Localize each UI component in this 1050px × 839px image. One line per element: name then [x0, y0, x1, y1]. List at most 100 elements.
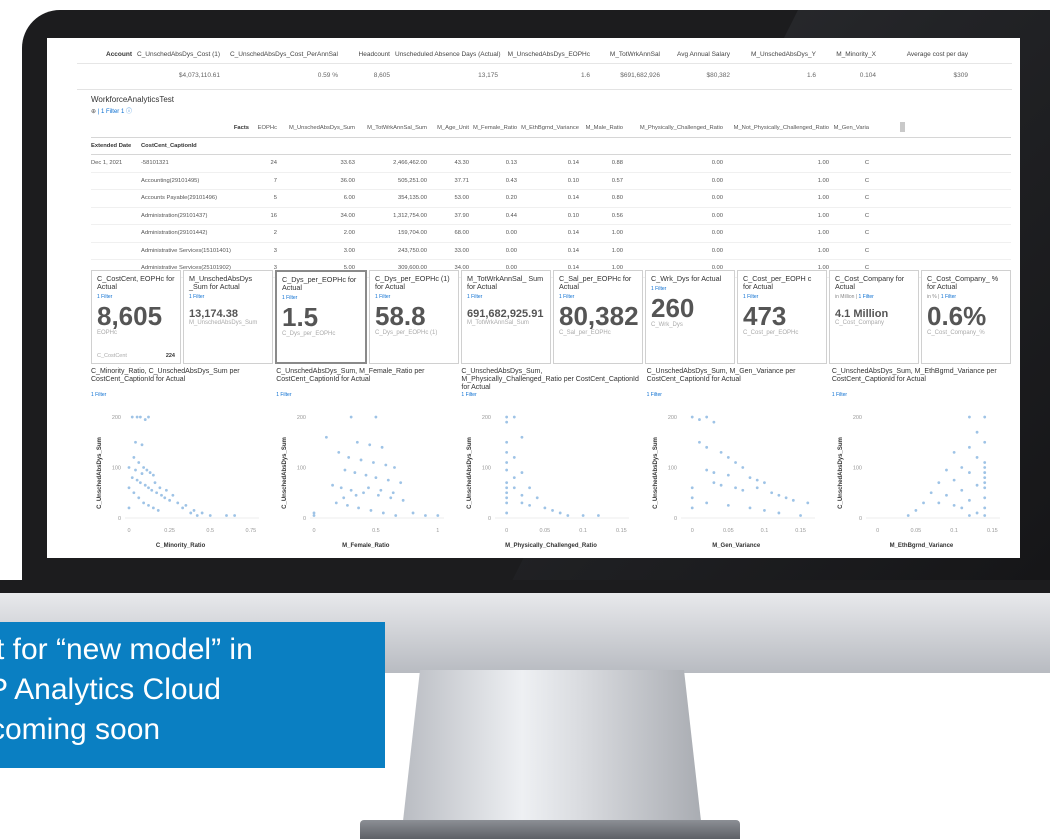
data-point[interactable]	[983, 461, 986, 464]
table-row[interactable]: Administration(29101442) 2 2.00 159,704.00 6…	[91, 225, 1011, 243]
column-header[interactable]: M_Physically_Challenged_Ratio	[627, 125, 727, 131]
data-point[interactable]	[394, 514, 398, 517]
data-point[interactable]	[944, 493, 948, 497]
tile-filter-link[interactable]: 1 Filter	[651, 286, 666, 292]
data-point[interactable]	[967, 514, 971, 517]
data-point[interactable]	[505, 415, 509, 419]
scatter-plot[interactable]: 0 100 200 0 0.05 0.1 0.15 C_UnschedAbsDys_Sum	[461, 406, 637, 540]
data-point[interactable]	[393, 466, 397, 469]
table-row[interactable]: Accounts Payable(29101496) 5 6.00 354,135.0…	[91, 190, 1011, 208]
data-point[interactable]	[513, 486, 517, 490]
data-point[interactable]	[132, 491, 136, 495]
data-point[interactable]	[937, 501, 941, 505]
data-point[interactable]	[312, 511, 316, 515]
data-point[interactable]	[142, 501, 146, 505]
scatter-chart[interactable]: C_UnschedAbsDys_Sum, M_Gen_Variance per …	[647, 368, 826, 554]
data-point[interactable]	[983, 481, 986, 485]
data-point[interactable]	[342, 496, 346, 500]
data-point[interactable]	[158, 486, 162, 490]
data-point[interactable]	[145, 468, 149, 472]
table-row[interactable]: Accounting(29101495) 7 36.00 505,251.00 37.7…	[91, 173, 1011, 190]
scatter-chart[interactable]: C_Minority_Ratio, C_UnschedAbsDys_Sum pe…	[91, 368, 270, 554]
data-point[interactable]	[368, 443, 372, 447]
tile-filter-link[interactable]: 1 Filter	[467, 294, 482, 300]
dimension-header-costcenter[interactable]: CostCent_CaptionId	[141, 143, 253, 149]
table-row[interactable]: Administration(29101437) 16 34.00 1,312,754…	[91, 208, 1011, 225]
data-point[interactable]	[505, 491, 509, 495]
filter-icon[interactable]: ⊕	[91, 109, 96, 115]
data-point[interactable]	[528, 503, 532, 507]
data-point[interactable]	[138, 415, 142, 419]
column-header[interactable]: M_Not_Physically_Challenged_Ratio	[727, 125, 833, 131]
data-point[interactable]	[387, 478, 390, 482]
data-point[interactable]	[712, 481, 715, 485]
data-point[interactable]	[374, 415, 378, 419]
data-point[interactable]	[983, 496, 986, 500]
data-point[interactable]	[505, 511, 509, 515]
tile-filter-link[interactable]: 1 Filter	[97, 294, 112, 300]
data-point[interactable]	[411, 511, 415, 515]
data-point[interactable]	[150, 488, 154, 492]
data-point[interactable]	[748, 506, 752, 510]
data-point[interactable]	[505, 501, 509, 505]
data-point[interactable]	[906, 514, 910, 517]
kpi-tile[interactable]: C_Dys_per_EOPHc (1) for Actual 1 Filter 58…	[369, 270, 459, 364]
data-point[interactable]	[798, 514, 802, 517]
data-point[interactable]	[762, 481, 766, 485]
data-point[interactable]	[983, 440, 986, 444]
data-point[interactable]	[983, 471, 986, 474]
data-point[interactable]	[382, 511, 385, 515]
data-point[interactable]	[983, 415, 986, 419]
data-point[interactable]	[155, 491, 159, 495]
data-point[interactable]	[153, 481, 157, 485]
data-point[interactable]	[356, 440, 359, 444]
data-point[interactable]	[164, 488, 168, 492]
data-point[interactable]	[349, 488, 353, 492]
data-point[interactable]	[975, 483, 979, 487]
data-point[interactable]	[690, 506, 694, 510]
data-point[interactable]	[163, 496, 167, 500]
data-point[interactable]	[528, 486, 532, 490]
column-header[interactable]: M_UnschedAbsDys_Sum	[281, 125, 359, 131]
data-point[interactable]	[135, 415, 139, 419]
data-point[interactable]	[960, 506, 963, 510]
data-point[interactable]	[374, 476, 378, 480]
data-point[interactable]	[380, 445, 384, 449]
data-point[interactable]	[921, 501, 925, 505]
chart-filter[interactable]: 1 Filter	[91, 392, 270, 398]
data-point[interactable]	[704, 501, 708, 505]
data-point[interactable]	[140, 472, 144, 475]
data-point[interactable]	[130, 476, 134, 480]
data-point[interactable]	[142, 466, 146, 469]
data-point[interactable]	[784, 496, 788, 500]
filter-link[interactable]: 1 Filter	[101, 109, 119, 115]
data-point[interactable]	[200, 511, 204, 515]
column-header[interactable]: M_TotWrkAnnSal_Sum	[359, 125, 431, 131]
data-point[interactable]	[377, 493, 380, 497]
data-point[interactable]	[168, 498, 172, 502]
tile-filter[interactable]: 1 Filter	[743, 294, 821, 300]
kpi-tile[interactable]: C_Dys_per_EOPHc for Actual 1 Filter 1.5 C_D…	[275, 270, 367, 364]
data-point[interactable]	[312, 514, 316, 517]
data-point[interactable]	[697, 418, 701, 421]
data-point[interactable]	[505, 461, 509, 464]
data-point[interactable]	[914, 509, 918, 512]
data-point[interactable]	[719, 483, 723, 487]
data-point[interactable]	[505, 481, 509, 485]
data-point[interactable]	[367, 486, 371, 490]
tile-filter[interactable]: 1 Filter	[467, 294, 545, 300]
data-point[interactable]	[184, 503, 188, 507]
data-point[interactable]	[151, 506, 155, 510]
data-point[interactable]	[130, 415, 134, 419]
data-point[interactable]	[777, 493, 780, 497]
tile-filter[interactable]: in % | 1 Filter	[927, 294, 1005, 300]
data-point[interactable]	[769, 491, 773, 495]
data-point[interactable]	[505, 440, 509, 444]
data-point[interactable]	[364, 473, 368, 477]
kpi-tile[interactable]: C_Wrk_Dys for Actual 1 Filter 260 C_Wrk_Dys	[645, 270, 735, 364]
tile-filter-link[interactable]: 1 Filter	[375, 294, 390, 300]
data-point[interactable]	[520, 501, 524, 505]
data-point[interactable]	[805, 501, 809, 505]
data-point[interactable]	[505, 450, 509, 454]
data-point[interactable]	[362, 491, 366, 495]
